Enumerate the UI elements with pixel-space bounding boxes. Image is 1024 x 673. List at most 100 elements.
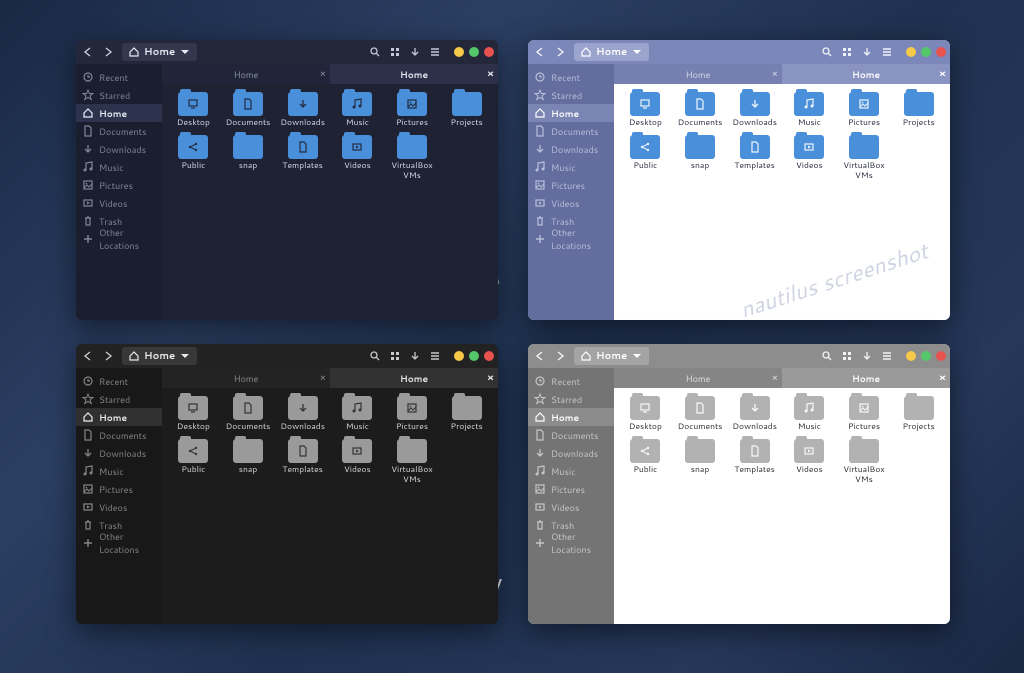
- sidebar-item-documents[interactable]: Documents: [76, 426, 162, 444]
- folder-desktop[interactable]: Desktop: [618, 92, 673, 127]
- folder-videos[interactable]: Videos: [782, 135, 837, 180]
- folder-videos[interactable]: Videos: [330, 439, 385, 484]
- tab-1[interactable]: Home×: [330, 368, 498, 388]
- tab-close-icon[interactable]: ×: [487, 371, 494, 385]
- maximize-button[interactable]: [469, 351, 479, 361]
- sidebar-item-starred[interactable]: Starred: [76, 86, 162, 104]
- folder-desktop[interactable]: Desktop: [166, 396, 221, 431]
- folder-desktop[interactable]: Desktop: [166, 92, 221, 127]
- folder-templates[interactable]: Templates: [275, 135, 330, 180]
- folder-desktop[interactable]: Desktop: [618, 396, 673, 431]
- sidebar-item-starred[interactable]: Starred: [76, 390, 162, 408]
- minimize-button[interactable]: [906, 47, 916, 57]
- minimize-button[interactable]: [906, 351, 916, 361]
- tab-close-icon[interactable]: ×: [772, 67, 778, 81]
- location-button[interactable]: Home: [122, 43, 197, 61]
- search-button[interactable]: [818, 44, 836, 60]
- folder-public[interactable]: Public: [166, 439, 221, 484]
- back-button[interactable]: [532, 348, 550, 364]
- close-button[interactable]: [936, 47, 946, 57]
- sidebar-item-videos[interactable]: Videos: [76, 498, 162, 516]
- folder-snap[interactable]: snap: [221, 439, 276, 484]
- sidebar-item-other-locations[interactable]: Other Locations: [528, 230, 614, 248]
- tab-close-icon[interactable]: ×: [939, 67, 946, 81]
- folder-snap[interactable]: snap: [673, 135, 728, 180]
- sidebar-item-documents[interactable]: Documents: [528, 426, 614, 444]
- tab-close-icon[interactable]: ×: [939, 371, 946, 385]
- sidebar-item-other-locations[interactable]: Other Locations: [528, 534, 614, 552]
- close-button[interactable]: [484, 351, 494, 361]
- close-button[interactable]: [484, 47, 494, 57]
- hamburger-menu-button[interactable]: [878, 44, 896, 60]
- folder-videos[interactable]: Videos: [782, 439, 837, 484]
- forward-button[interactable]: [100, 44, 118, 60]
- folder-public[interactable]: Public: [618, 135, 673, 180]
- minimize-button[interactable]: [454, 351, 464, 361]
- folder-virtualbox-vms[interactable]: VirtualBox VMs: [837, 439, 892, 484]
- search-button[interactable]: [366, 44, 384, 60]
- maximize-button[interactable]: [469, 47, 479, 57]
- hamburger-menu-button[interactable]: [426, 348, 444, 364]
- back-button[interactable]: [532, 44, 550, 60]
- sidebar-item-music[interactable]: Music: [528, 158, 614, 176]
- sidebar-item-videos[interactable]: Videos: [76, 194, 162, 212]
- sidebar-item-starred[interactable]: Starred: [528, 390, 614, 408]
- sidebar-item-videos[interactable]: Videos: [528, 498, 614, 516]
- folder-projects[interactable]: Projects: [891, 92, 946, 127]
- sidebar-item-home[interactable]: Home: [528, 104, 614, 122]
- sidebar-item-pictures[interactable]: Pictures: [528, 480, 614, 498]
- folder-videos[interactable]: Videos: [330, 135, 385, 180]
- folder-pictures[interactable]: Pictures: [385, 92, 440, 127]
- search-button[interactable]: [366, 348, 384, 364]
- search-button[interactable]: [818, 348, 836, 364]
- view-dropdown-button[interactable]: [858, 44, 876, 60]
- files-view[interactable]: DesktopDocumentsDownloadsMusicPicturesPr…: [162, 84, 498, 320]
- folder-documents[interactable]: Documents: [673, 396, 728, 431]
- sidebar-item-documents[interactable]: Documents: [76, 122, 162, 140]
- folder-templates[interactable]: Templates: [727, 439, 782, 484]
- hamburger-menu-button[interactable]: [878, 348, 896, 364]
- folder-projects[interactable]: Projects: [439, 92, 494, 127]
- sidebar-item-music[interactable]: Music: [528, 462, 614, 480]
- sidebar-item-recent[interactable]: Recent: [76, 68, 162, 86]
- tab-close-icon[interactable]: ×: [320, 371, 326, 385]
- sidebar-item-recent[interactable]: Recent: [528, 372, 614, 390]
- sidebar-item-videos[interactable]: Videos: [528, 194, 614, 212]
- folder-pictures[interactable]: Pictures: [837, 396, 892, 431]
- sidebar-item-other-locations[interactable]: Other Locations: [76, 534, 162, 552]
- sidebar-item-downloads[interactable]: Downloads: [528, 444, 614, 462]
- sidebar-item-home[interactable]: Home: [76, 408, 162, 426]
- folder-templates[interactable]: Templates: [727, 135, 782, 180]
- files-view[interactable]: DesktopDocumentsDownloadsMusicPicturesPr…: [614, 388, 950, 624]
- tab-close-icon[interactable]: ×: [487, 67, 494, 81]
- folder-virtualbox-vms[interactable]: VirtualBox VMs: [385, 439, 440, 484]
- folder-documents[interactable]: Documents: [221, 92, 276, 127]
- folder-music[interactable]: Music: [782, 396, 837, 431]
- sidebar-item-pictures[interactable]: Pictures: [76, 480, 162, 498]
- sidebar-item-home[interactable]: Home: [76, 104, 162, 122]
- folder-templates[interactable]: Templates: [275, 439, 330, 484]
- forward-button[interactable]: [552, 348, 570, 364]
- tab-0[interactable]: Home×: [614, 368, 782, 388]
- view-toggle-button[interactable]: [386, 44, 404, 60]
- hamburger-menu-button[interactable]: [426, 44, 444, 60]
- location-button[interactable]: Home: [574, 347, 649, 365]
- view-toggle-button[interactable]: [386, 348, 404, 364]
- back-button[interactable]: [80, 348, 98, 364]
- folder-downloads[interactable]: Downloads: [275, 396, 330, 431]
- view-toggle-button[interactable]: [838, 348, 856, 364]
- folder-virtualbox-vms[interactable]: VirtualBox VMs: [837, 135, 892, 180]
- folder-snap[interactable]: snap: [673, 439, 728, 484]
- tab-close-icon[interactable]: ×: [772, 371, 778, 385]
- view-dropdown-button[interactable]: [858, 348, 876, 364]
- tab-close-icon[interactable]: ×: [320, 67, 326, 81]
- location-button[interactable]: Home: [122, 347, 197, 365]
- files-view[interactable]: DesktopDocumentsDownloadsMusicPicturesPr…: [614, 84, 950, 320]
- sidebar-item-pictures[interactable]: Pictures: [76, 176, 162, 194]
- folder-music[interactable]: Music: [782, 92, 837, 127]
- folder-music[interactable]: Music: [330, 92, 385, 127]
- tab-0[interactable]: Home×: [614, 64, 782, 84]
- maximize-button[interactable]: [921, 351, 931, 361]
- folder-pictures[interactable]: Pictures: [385, 396, 440, 431]
- folder-snap[interactable]: snap: [221, 135, 276, 180]
